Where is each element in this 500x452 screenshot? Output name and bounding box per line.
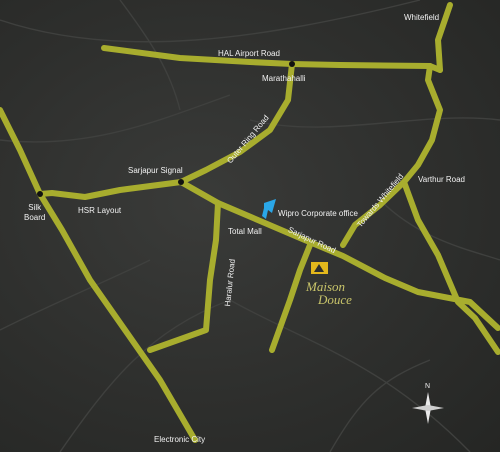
- varthur-road: [401, 179, 500, 355]
- road-to-project: [269, 242, 313, 353]
- label-hal-airport-road: HAL Airport Road: [218, 49, 280, 58]
- label-whitefield: Whitefield: [404, 13, 440, 22]
- road-network: [0, 2, 500, 443]
- label-hsr-layout: HSR Layout: [78, 206, 122, 215]
- compass-north-label: N: [425, 383, 431, 390]
- compass-icon: [412, 392, 444, 424]
- project-name-line2: Douce: [318, 292, 352, 307]
- builder-logo-icon: [311, 262, 328, 274]
- marathahalli-to-varthur-road: [401, 63, 443, 185]
- label-total-mall: Total Mall: [228, 227, 262, 236]
- marathahalli-junction-dot-icon: [289, 61, 295, 67]
- hosur-road-electronic-city: [37, 191, 198, 443]
- label-wipro-corporate-office: Wipro Corporate office: [278, 209, 358, 218]
- label-marathahalli: Marathahalli: [262, 74, 306, 83]
- road-to-whitefield: [435, 2, 453, 73]
- label-silk-board: Silk Board: [24, 203, 46, 222]
- location-map: Whitefield HAL Airport Road Marathahalli…: [0, 0, 500, 452]
- label-varthur-road: Varthur Road: [418, 175, 465, 184]
- project-logo: Maison Douce: [306, 280, 352, 306]
- silk-board-to-northwest: [0, 107, 43, 197]
- label-electronic-city: Electronic City: [154, 435, 206, 444]
- outer-ring-road-west: [37, 179, 184, 200]
- haralur-road: [147, 200, 221, 353]
- sarjapur-signal-junction-dot-icon: [178, 179, 184, 185]
- silk-board-junction-dot-icon: [37, 191, 43, 197]
- label-sarjapur-signal: Sarjapur Signal: [128, 166, 183, 175]
- office-marker-icon: [262, 199, 276, 219]
